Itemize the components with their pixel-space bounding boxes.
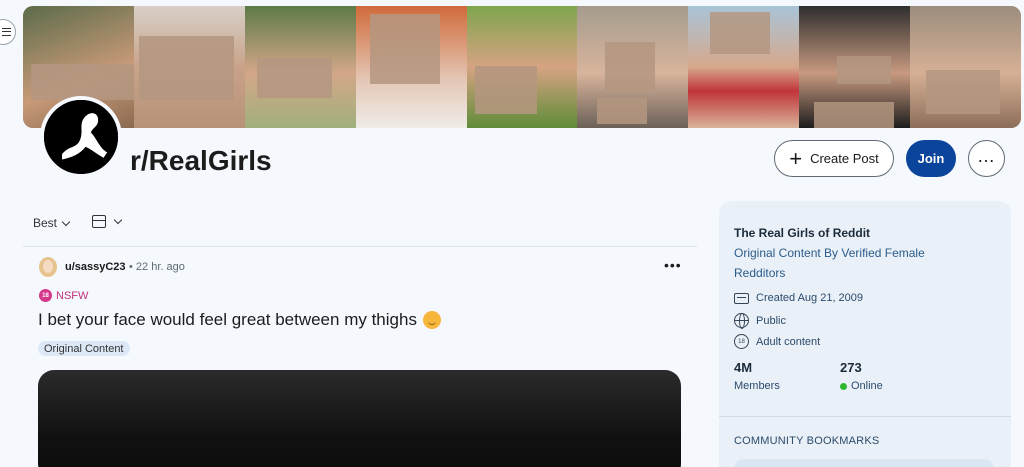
cake-icon [734,292,749,304]
create-post-label: Create Post [810,151,879,166]
view-dropdown[interactable] [92,215,123,228]
post-media[interactable] [38,370,681,467]
sidebar-title: The Real Girls of Reddit [734,226,871,240]
members-label-text: Members [734,380,780,392]
adult-18-icon: 18 [734,334,749,349]
online-label: Online [840,380,883,392]
sidebar-description: Original Content By Verified Female Redd… [734,246,925,280]
members-count: 4M [734,360,753,375]
banner-tile [799,6,911,128]
banner-tile [577,6,689,128]
sort-dropdown[interactable]: Best [33,216,71,230]
nsfw-tag: 18 NSFW [39,289,88,302]
content-rating-row: 18 Adult content [734,334,820,349]
bookmark-button[interactable] [734,459,994,467]
banner-tile [910,6,1021,128]
banner-tile [133,6,245,128]
banner-tile [688,6,800,128]
card-view-icon [92,215,106,228]
members-label: Members [734,380,780,392]
nav-menu-button[interactable] [0,19,16,45]
bookmarks-heading: COMMUNITY BOOKMARKS [734,435,880,447]
post-flair[interactable]: Original Content [38,341,130,356]
create-post-button[interactable]: + Create Post [774,140,894,177]
sidebar-divider [719,416,1011,417]
ellipsis-icon: … [977,145,996,166]
community-name: r/RealGirls [130,145,272,176]
post-options-button[interactable]: ••• [664,258,682,272]
banner-tile [466,6,578,128]
online-status-icon [840,382,847,390]
created-row: Created Aug 21, 2009 [734,292,863,304]
visibility-label: Public [756,314,786,327]
post-title[interactable]: I bet your face would feel great between… [38,310,441,330]
sort-label: Best [33,216,58,230]
plus-icon: + [789,145,803,171]
community-banner [23,6,1021,128]
blushing-face-icon [422,311,441,329]
menu-icon [1,28,11,36]
user-avatar[interactable] [39,257,57,277]
join-button[interactable]: Join [906,140,956,177]
nsfw-18-icon: 18 [39,289,52,302]
silhouette-avatar-icon [44,100,118,174]
online-count: 273 [840,360,862,375]
post-title-text: I bet your face would feel great between… [38,310,417,329]
chevron-down-icon [113,215,123,225]
created-date: Created Aug 21, 2009 [756,292,864,304]
community-avatar[interactable] [40,96,122,178]
community-options-button[interactable]: … [968,140,1005,177]
banner-tile [244,6,356,128]
visibility-row: Public [734,313,786,329]
globe-icon [734,313,749,329]
feed-divider [23,246,697,247]
community-sidebar: The Real Girls of Reddit Original Conten… [719,201,1011,467]
nsfw-label: NSFW [56,289,89,302]
post-timestamp: • 22 hr. ago [129,261,185,273]
post-author[interactable]: u/sassyC23 [65,261,126,273]
banner-tile [355,6,467,128]
content-rating-label: Adult content [756,335,821,348]
chevron-down-icon [61,217,71,226]
online-label-text: Online [851,380,883,392]
